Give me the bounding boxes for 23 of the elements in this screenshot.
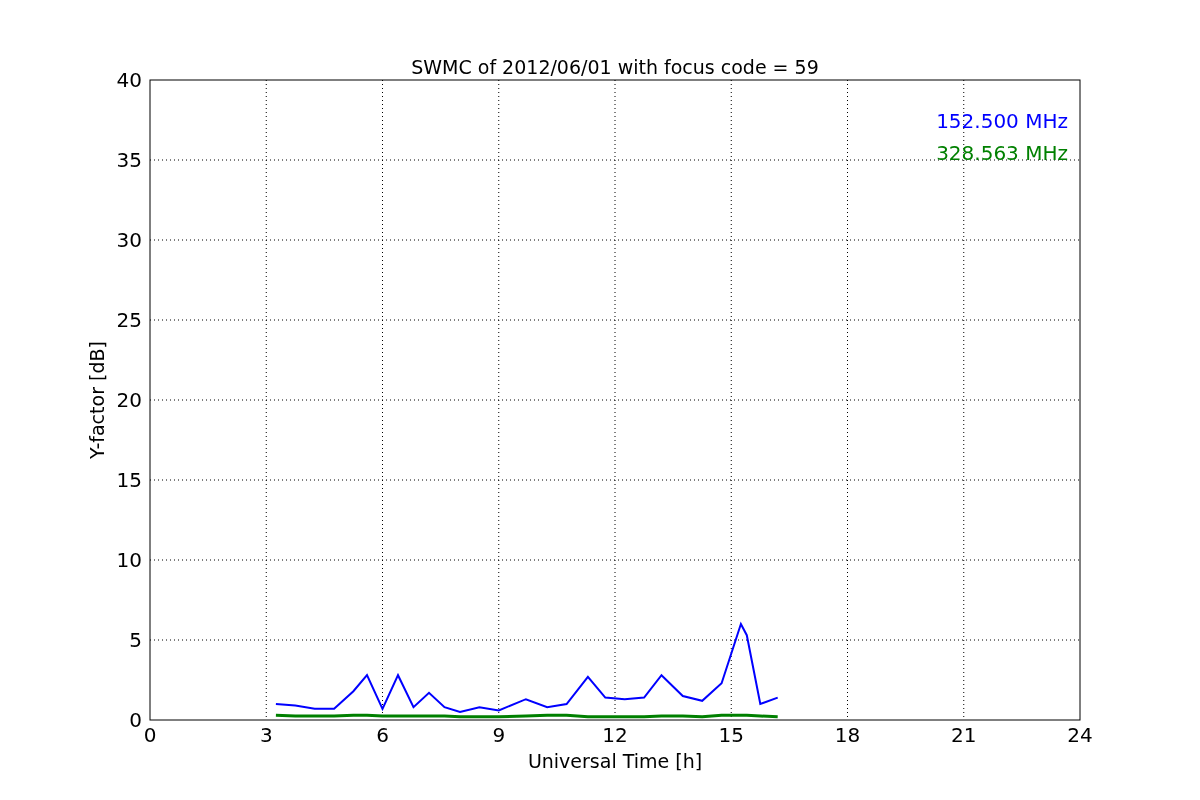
tick-label: 3 (259, 723, 273, 747)
axis-title: Y-factor [dB] (86, 341, 108, 459)
tick-label: 12 (602, 723, 628, 747)
tick-label: 15 (116, 468, 142, 492)
tick-label: 24 (1067, 723, 1093, 747)
tick-label: 9 (492, 723, 506, 747)
legend-label: 152.500 MHz (936, 109, 1068, 133)
tick-label: 6 (376, 723, 389, 747)
tick-label: 40 (116, 68, 142, 92)
tick-label: 10 (116, 548, 142, 572)
tick-label: 21 (951, 723, 977, 747)
axis-title: Universal Time [h] (527, 750, 703, 772)
legend-label: 328.563 MHz (936, 141, 1068, 165)
tick-label: 15 (718, 723, 744, 747)
tick-label: 0 (143, 723, 157, 747)
tick-label: 20 (116, 388, 142, 412)
tick-label: 5 (129, 628, 142, 652)
tick-label: 18 (834, 723, 861, 747)
tick-label: 0 (129, 708, 142, 732)
chart-title: SWMC of 2012/06/01 with focus code = 59 (411, 56, 819, 78)
tick-label: 35 (116, 148, 142, 172)
tick-label: 30 (116, 228, 142, 252)
tick-label: 25 (116, 308, 142, 332)
